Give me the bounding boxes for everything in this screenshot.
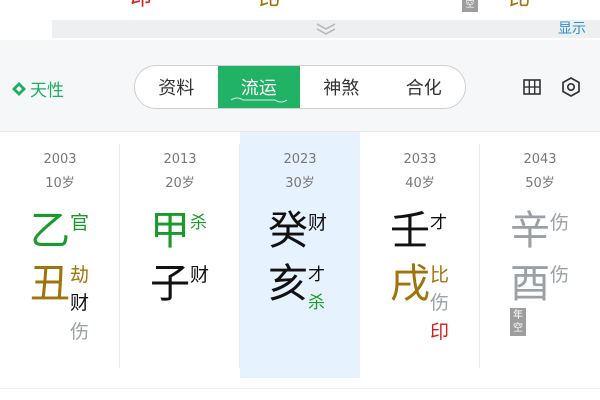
hidden-stem-tag: 才 (308, 265, 325, 285)
hidden-stem-tag: 杀 (308, 293, 325, 313)
earthly-branch: 丑 (30, 261, 70, 307)
luck-cycle-columns: 2003 10岁 乙 官 丑 劫 财 伤 2013 20岁 甲 杀 子 财 20… (0, 132, 600, 378)
earthly-branch: 戌 (390, 261, 430, 307)
cycle-year: 2023 (283, 152, 317, 167)
show-link[interactable]: 显示 (558, 20, 586, 38)
cycle-year: 2013 (163, 152, 197, 167)
hidden-stem-tag: 劫 (70, 264, 90, 286)
heavenly-stem: 壬 (390, 208, 430, 254)
cycle-year: 2033 (403, 152, 437, 167)
earthly-branch: 亥 (268, 261, 308, 307)
hidden-stem-tag: 印 (430, 321, 450, 343)
heavenly-stem: 辛 (510, 208, 550, 254)
stem-ten-god: 官 (70, 212, 90, 234)
row-divider (0, 388, 600, 389)
tab-combinations[interactable]: 合化 (383, 66, 466, 108)
tab-spirits[interactable]: 神煞 (300, 66, 383, 108)
empty-badge: 空 (462, 0, 478, 12)
stem-ten-god: 杀 (190, 213, 207, 233)
hidden-stem-tag: 伤 (550, 264, 570, 286)
cycle-year: 2043 (523, 152, 557, 167)
hidden-stem-tag: 比 (430, 264, 450, 286)
tab-label: 资料 (158, 78, 195, 99)
hidden-stem-tag: 伤 (70, 321, 90, 343)
stem-ten-god: 才 (430, 213, 447, 233)
cycle-column[interactable]: 2003 10岁 乙 官 丑 劫 财 伤 (0, 132, 120, 378)
empty-badge: 年空 (510, 308, 526, 336)
tab-bar: 资料 流运 神煞 合化 (134, 65, 466, 109)
chart-toolbar: 天性 资料 流运 神煞 合化 (0, 40, 600, 132)
scroll-ornament-icon (230, 97, 288, 103)
tab-luck-cycles[interactable]: 流运 (217, 66, 300, 108)
prev-tag: 印 (130, 0, 152, 10)
tab-info[interactable]: 资料 (135, 66, 218, 108)
stem-ten-god: 财 (308, 212, 328, 234)
cycle-column[interactable]: 2043 50岁 辛 伤 酉 伤 年空 (480, 132, 600, 378)
earthly-branch: 酉 (510, 261, 550, 307)
next-row-strip (0, 378, 600, 400)
diamond-icon (12, 81, 26, 96)
heavenly-stem: 甲 (150, 208, 190, 254)
tab-label: 神煞 (323, 78, 360, 99)
expand-toggle[interactable] (52, 20, 600, 38)
cycle-column-selected[interactable]: 2023 30岁 癸 财 亥 才 杀 (240, 132, 360, 378)
cycle-column[interactable]: 2033 40岁 壬 才 戌 比 伤 印 (360, 132, 480, 378)
tab-label: 合化 (405, 78, 442, 99)
cycle-column[interactable]: 2013 20岁 甲 杀 子 财 (120, 132, 240, 378)
brand-label: 天性 (30, 81, 64, 101)
cycle-age: 40岁 (405, 176, 435, 191)
cycle-year: 2003 (43, 152, 77, 167)
hexagon-settings-icon[interactable] (560, 76, 582, 98)
previous-section-strip: 印 比 比 空 显示 (0, 0, 600, 40)
hidden-stem-tag: 财 (190, 264, 210, 286)
hidden-stem-tag: 财 (70, 292, 90, 314)
cycle-age: 10岁 (45, 176, 75, 191)
heavenly-stem: 癸 (268, 208, 308, 254)
double-chevron-down-icon (316, 23, 336, 35)
cycle-age: 20岁 (165, 176, 195, 191)
earthly-branch: 子 (150, 261, 190, 307)
brand-toggle[interactable]: 天性 (12, 76, 64, 101)
stem-ten-god: 伤 (550, 212, 570, 234)
cycle-age: 50岁 (525, 176, 555, 191)
cycle-age: 30岁 (285, 176, 315, 191)
heavenly-stem: 乙 (30, 208, 70, 254)
grid-icon[interactable] (521, 76, 543, 98)
prev-tag: 比 (258, 0, 280, 10)
hidden-stem-tag: 伤 (430, 292, 450, 314)
prev-tag: 比 (508, 0, 530, 10)
